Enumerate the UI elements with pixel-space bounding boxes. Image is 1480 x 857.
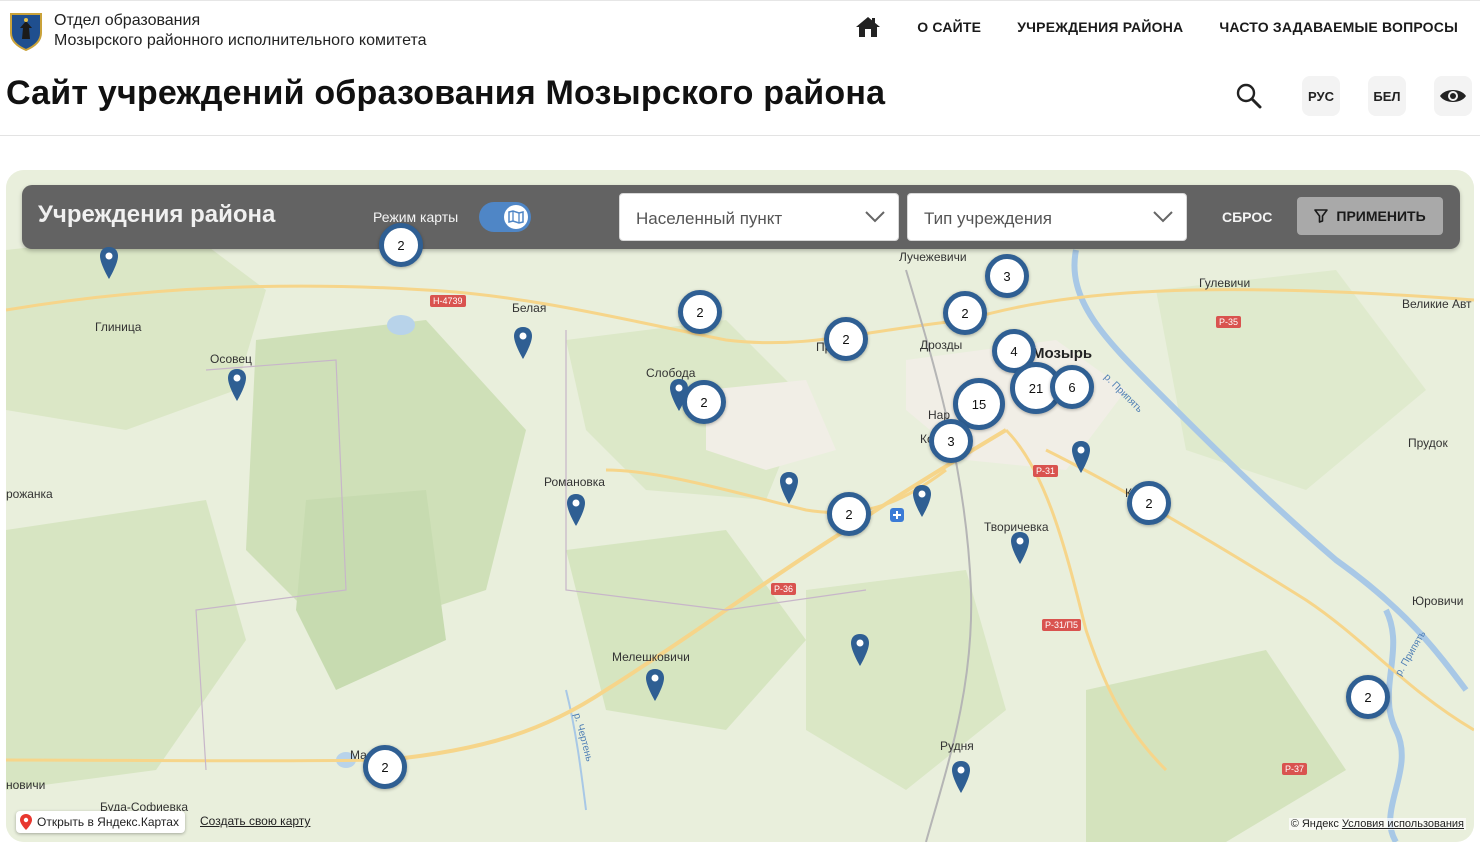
location-pin-icon[interactable]	[669, 378, 689, 412]
location-pin-icon[interactable]	[1071, 440, 1091, 474]
nav-about[interactable]: О САЙТЕ	[917, 19, 981, 35]
map-background[interactable]	[6, 170, 1474, 842]
apply-button-label: ПРИМЕНИТЬ	[1336, 208, 1426, 224]
organization-name[interactable]: Отдел образования Мозырского районного и…	[54, 11, 426, 51]
open-in-yandex-button[interactable]: Открыть в Яндекс.Картах	[16, 811, 185, 833]
place-label: новичи	[6, 778, 46, 792]
create-map-link[interactable]: Создать свою карту	[200, 814, 310, 828]
location-pin-icon[interactable]	[850, 633, 870, 667]
copyright-text: © Яндекс	[1290, 818, 1339, 830]
cluster-marker[interactable]: 2	[943, 291, 987, 335]
terms-link[interactable]: Условия использования	[1342, 818, 1464, 830]
airport-icon	[890, 508, 904, 522]
road-badge: Р-35	[1216, 316, 1242, 328]
place-label: Осовец	[210, 352, 252, 366]
site-header: Отдел образования Мозырского районного и…	[0, 0, 1480, 60]
cluster-marker[interactable]: 6	[1050, 365, 1094, 409]
eye-icon	[1440, 90, 1466, 102]
place-label: Прудок	[1408, 436, 1448, 450]
place-label: Великие Авт	[1402, 297, 1472, 311]
filter-title: Учреждения района	[38, 201, 276, 228]
cluster-marker[interactable]: 2	[824, 317, 868, 361]
main-nav: О САЙТЕ УЧРЕЖДЕНИЯ РАЙОНА ЧАСТО ЗАДАВАЕМ…	[855, 15, 1458, 39]
cluster-marker[interactable]: 2	[1127, 481, 1171, 525]
home-link[interactable]	[855, 15, 881, 39]
filter-icon	[1314, 209, 1329, 223]
institutions-map[interactable]: Учреждения района Режим карты Населенный…	[6, 170, 1474, 842]
map-copyright: © Яндекс Условия использования	[1288, 818, 1466, 830]
cluster-marker[interactable]: 2	[827, 492, 871, 536]
lang-be-button[interactable]: БЕЛ	[1368, 76, 1406, 116]
apply-button[interactable]: ПРИМЕНИТЬ	[1297, 197, 1443, 235]
search-icon	[1236, 83, 1262, 109]
map-pin-red-icon	[20, 814, 32, 830]
title-bar: Сайт учреждений образования Мозырского р…	[0, 62, 1480, 136]
place-label: Мелешковичи	[612, 650, 690, 664]
reset-button[interactable]: СБРОС	[1222, 209, 1272, 225]
location-pin-icon[interactable]	[912, 484, 932, 518]
header-tools: РУС БЕЛ	[1234, 76, 1472, 116]
nav-institutions[interactable]: УЧРЕЖДЕНИЯ РАЙОНА	[1017, 19, 1183, 35]
nav-faq[interactable]: ЧАСТО ЗАДАВАЕМЫЕ ВОПРОСЫ	[1219, 19, 1458, 35]
location-pin-icon[interactable]	[227, 368, 247, 402]
accessibility-button[interactable]	[1434, 76, 1472, 116]
place-label: Романовка	[544, 475, 605, 489]
map-icon	[508, 210, 524, 224]
location-pin-icon[interactable]	[951, 760, 971, 794]
map-mode-toggle[interactable]	[479, 202, 531, 232]
place-label: Дрозды	[920, 338, 963, 352]
open-in-yandex-label: Открыть в Яндекс.Картах	[37, 815, 179, 829]
location-pin-icon[interactable]	[566, 493, 586, 527]
organization-name-line2: Мозырского районного исполнительного ком…	[54, 32, 427, 49]
chevron-down-icon	[1153, 211, 1173, 223]
location-pin-icon[interactable]	[99, 246, 119, 280]
place-label: Белая	[512, 301, 547, 315]
road-badge: Р-37	[1282, 763, 1308, 775]
cluster-marker[interactable]: 2	[1346, 675, 1390, 719]
search-button[interactable]	[1234, 81, 1264, 111]
location-pin-icon[interactable]	[1010, 531, 1030, 565]
cluster-marker[interactable]: 2	[678, 290, 722, 334]
home-icon	[856, 17, 881, 37]
city-label: Мозырь	[1032, 345, 1093, 362]
location-pin-icon[interactable]	[513, 326, 533, 360]
coat-of-arms-icon[interactable]	[8, 11, 44, 51]
road-badge: Р-36	[771, 583, 797, 595]
road-badge: Р-31	[1033, 465, 1059, 477]
location-pin-icon[interactable]	[645, 668, 665, 702]
page-title: Сайт учреждений образования Мозырского р…	[6, 74, 886, 112]
place-label: Рудня	[940, 739, 974, 753]
place-label: рожанка	[6, 487, 53, 501]
map-mode-label: Режим карты	[373, 209, 459, 225]
locality-select-placeholder: Населенный пункт	[636, 209, 783, 228]
place-label: Глиница	[95, 320, 142, 334]
cluster-marker[interactable]: 2	[363, 745, 407, 789]
cluster-marker[interactable]: 3	[929, 419, 973, 463]
location-pin-icon[interactable]	[779, 471, 799, 505]
chevron-down-icon	[865, 211, 885, 223]
place-label: Юровичи	[1412, 594, 1464, 608]
road-badge: Н-4739	[430, 295, 466, 307]
lang-ru-button[interactable]: РУС	[1302, 76, 1340, 116]
toggle-knob	[504, 205, 528, 229]
institution-type-placeholder: Тип учреждения	[924, 209, 1052, 228]
filter-panel: Учреждения района Режим карты Населенный…	[22, 185, 1460, 249]
road-badge: Р-31/П5	[1042, 619, 1081, 631]
place-label: Гулевичи	[1199, 276, 1251, 290]
institution-type-select[interactable]: Тип учреждения	[907, 193, 1187, 241]
cluster-marker[interactable]: 2	[379, 223, 423, 267]
organization-name-line1: Отдел образования	[54, 12, 201, 29]
locality-select[interactable]: Населенный пункт	[619, 193, 899, 241]
cluster-marker[interactable]: 3	[985, 254, 1029, 298]
place-label: Лучежевичи	[899, 250, 967, 264]
